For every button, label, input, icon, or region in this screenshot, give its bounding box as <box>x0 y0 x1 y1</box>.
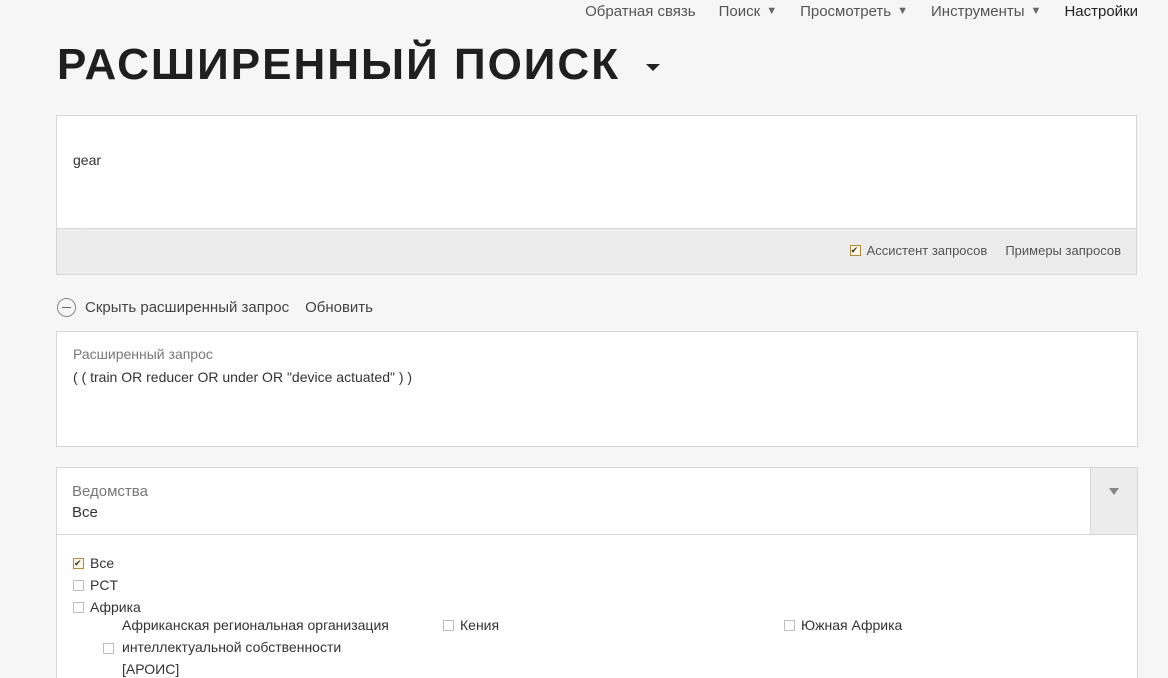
nav-view-label: Просмотреть <box>800 2 892 20</box>
nav-feedback-label: Обратная связь <box>585 2 696 20</box>
office-kenya-checkbox[interactable] <box>443 619 454 631</box>
offices-select[interactable]: Ведомства Все <box>57 468 1137 535</box>
kenya-label: Кения <box>460 617 500 633</box>
office-all-checkbox[interactable] <box>73 556 84 570</box>
nav-tools-label: Инструменты <box>931 2 1025 20</box>
offices-label: Ведомства <box>72 483 148 500</box>
office-south-africa-checkbox[interactable] <box>784 619 795 631</box>
refresh-link[interactable]: Обновить <box>305 299 373 316</box>
caret-down-icon: ▼ <box>1030 5 1042 17</box>
assistant-checkbox[interactable] <box>849 243 861 257</box>
office-option-pct[interactable]: PCT <box>73 574 141 596</box>
offices-box: Ведомства Все Все PCT Африка <box>56 467 1138 678</box>
aripo-label-line2: интеллектуальной собственности <box>122 639 342 655</box>
office-option-aripo[interactable]: Африканская региональная организация инт… <box>103 614 389 678</box>
examples-link[interactable]: Примеры запросов <box>1005 243 1121 258</box>
advanced-query-label: Расширенный запрос <box>73 346 213 362</box>
caret-down-icon: ▼ <box>897 5 909 17</box>
office-option-label: PCT <box>90 577 118 593</box>
page: Обратная связь Поиск ▼ Просмотреть ▼ Инс… <box>0 0 1168 678</box>
office-option-label: Все <box>90 555 115 571</box>
nav-view[interactable]: Просмотреть ▼ <box>800 3 908 20</box>
query-box: gear Ассистент запросов Примеры запросов <box>56 115 1137 275</box>
caret-down-icon: ▼ <box>766 5 778 17</box>
aripo-label: Африканская региональная организация инт… <box>122 614 389 678</box>
title-dropdown-icon[interactable] <box>646 63 661 71</box>
nav-search-label: Поиск <box>718 2 761 20</box>
office-aripo-checkbox[interactable] <box>103 643 114 654</box>
nav-feedback[interactable]: Обратная связь <box>585 3 696 20</box>
chevron-down-icon <box>1109 488 1119 495</box>
office-option-kenya[interactable]: Кения <box>443 614 499 636</box>
offices-list: Все PCT Африка <box>73 552 141 618</box>
nav-search[interactable]: Поиск ▼ <box>719 3 777 20</box>
offices-value: Все <box>72 504 98 521</box>
pointer-notch <box>74 220 92 229</box>
office-africa-checkbox[interactable] <box>73 601 84 613</box>
advanced-links: Скрыть расширенный запрос Обновить <box>57 298 373 317</box>
title-row: РАСШИРЕННЫЙ ПОИСК <box>57 40 661 90</box>
office-option-label: Африка <box>90 599 141 615</box>
office-option-all[interactable]: Все <box>73 552 141 574</box>
aripo-label-line3: [АРОИС] <box>122 661 180 677</box>
advanced-query-box[interactable]: Расширенный запрос ( ( train OR reducer … <box>56 331 1138 447</box>
nav-settings[interactable]: Настройки <box>1064 3 1138 20</box>
assistant-toggle[interactable]: Ассистент запросов <box>849 243 988 258</box>
page-title: РАСШИРЕННЫЙ ПОИСК <box>57 40 621 89</box>
query-footer: Ассистент запросов Примеры запросов <box>57 220 1136 274</box>
aripo-label-line1: Африканская региональная организация <box>122 617 389 633</box>
hide-advanced-link[interactable]: Скрыть расширенный запрос <box>85 299 289 316</box>
office-pct-checkbox[interactable] <box>73 579 84 591</box>
advanced-query-value[interactable]: ( ( train OR reducer OR under OR "device… <box>73 369 412 385</box>
nav-tools[interactable]: Инструменты ▼ <box>931 3 1041 20</box>
query-input[interactable]: gear <box>73 152 101 168</box>
top-nav: Обратная связь Поиск ▼ Просмотреть ▼ Инс… <box>562 0 1138 22</box>
office-option-south-africa[interactable]: Южная Африка <box>784 614 902 636</box>
collapse-minus-icon[interactable] <box>57 298 76 317</box>
query-footer-items: Ассистент запросов Примеры запросов <box>849 243 1121 258</box>
assistant-label: Ассистент запросов <box>866 243 988 258</box>
offices-dropdown-button[interactable] <box>1090 468 1137 534</box>
south-africa-label: Южная Африка <box>801 617 903 633</box>
nav-settings-label: Настройки <box>1064 2 1138 20</box>
